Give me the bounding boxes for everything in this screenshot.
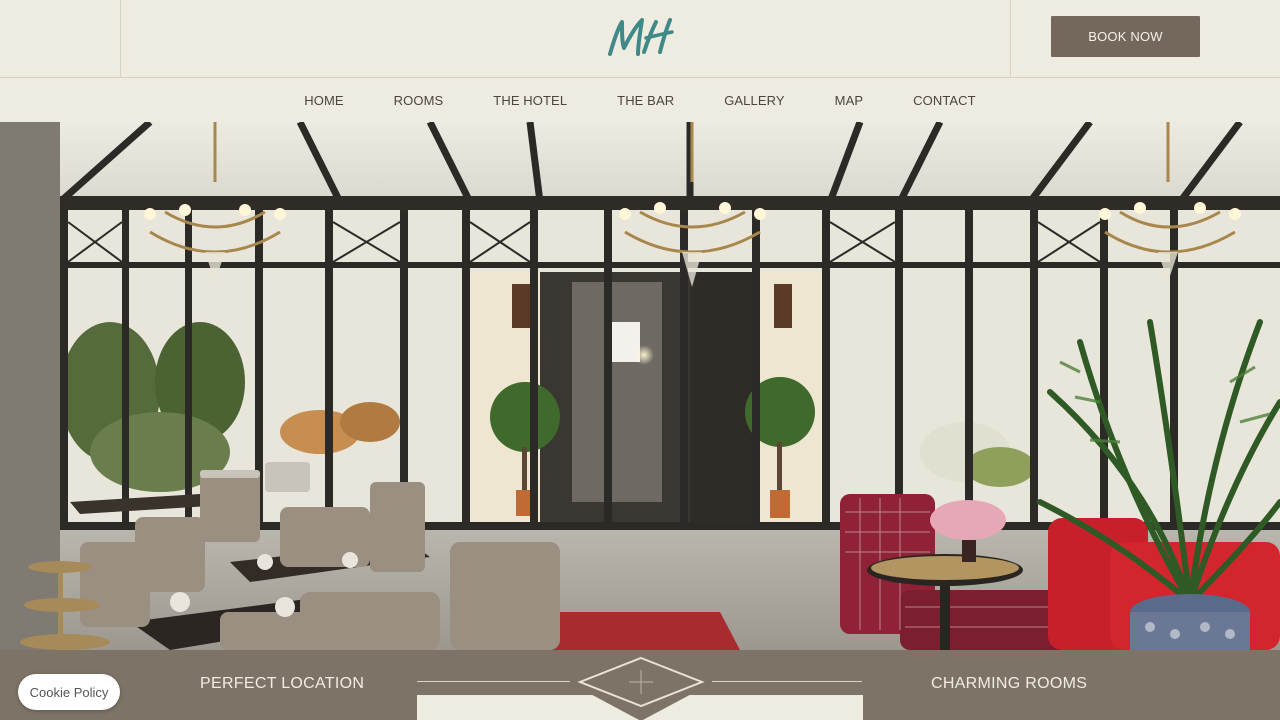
header-left-cell [0,0,121,77]
conservatory-photo-icon [0,122,1280,650]
nav-item-gallery[interactable]: GALLERY [724,93,784,108]
band-divider-left [417,681,570,682]
charming-rooms-link[interactable]: CHARMING ROOMS [931,675,1087,693]
band-divider-right [712,681,862,682]
nav-item-map[interactable]: MAP [835,93,863,108]
nav-item-the-hotel[interactable]: THE HOTEL [493,93,567,108]
main-nav: HOME ROOMS THE HOTEL THE BAR GALLERY MAP… [0,78,1280,122]
feature-band: PERFECT LOCATION CHARMING ROOMS [0,650,1280,720]
nav-item-the-bar[interactable]: THE BAR [617,93,674,108]
diamond-ornament-icon [570,655,712,720]
perfect-location-link[interactable]: PERFECT LOCATION [200,675,364,693]
logo-link[interactable]: MH [600,12,680,64]
nav-item-rooms[interactable]: ROOMS [394,93,444,108]
site-header: MH BOOK NOW [0,0,1280,78]
cookie-policy-button[interactable]: Cookie Policy [18,674,120,710]
nav-item-contact[interactable]: CONTACT [913,93,976,108]
mh-logo-icon [608,18,674,56]
hero-image [0,122,1280,650]
book-now-button[interactable]: BOOK NOW [1051,16,1200,57]
nav-item-home[interactable]: HOME [304,93,343,108]
